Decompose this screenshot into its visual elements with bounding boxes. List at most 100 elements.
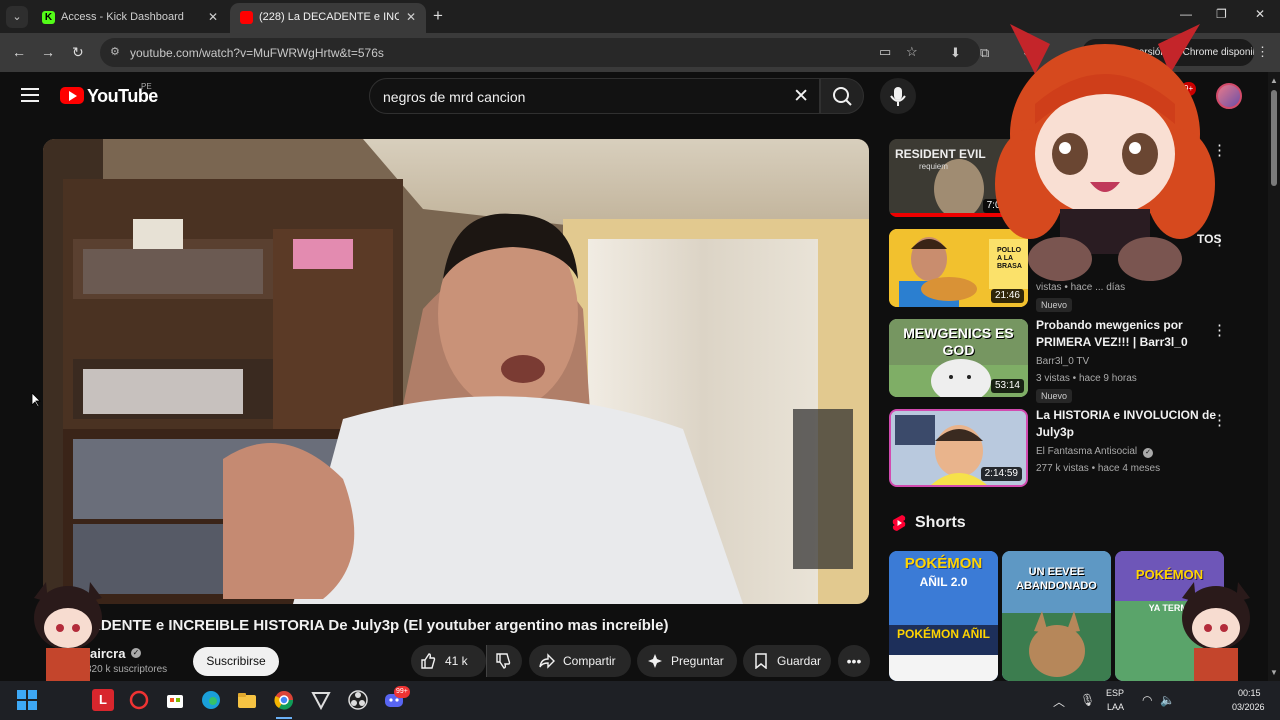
verified-check-icon: ✓ [131, 648, 141, 658]
cast-icon[interactable]: ▭ [879, 44, 891, 60]
scroll-up-icon[interactable]: ▲ [1270, 76, 1278, 85]
extensions-icon[interactable]: ⧉ [980, 45, 989, 61]
close-window-icon[interactable]: ✕ [1255, 7, 1265, 21]
clock-time[interactable]: 00:15 [1238, 688, 1261, 698]
search-icon [833, 87, 852, 106]
recommendation-title[interactable]: Probando mewgenics por PRIMERA VEZ!!! | … [1036, 317, 1218, 351]
new-badge: Nuevo [1036, 298, 1073, 312]
short-caption: POKÉMON AÑIL [897, 627, 990, 641]
reload-icon[interactable]: ↻ [72, 44, 84, 61]
file-explorer-icon[interactable] [236, 689, 258, 711]
video-frame [43, 139, 869, 604]
tab-kick-dashboard[interactable]: K Access - Kick Dashboard ✕ [32, 3, 228, 33]
menu-icon[interactable] [21, 88, 39, 102]
video-player[interactable] [43, 139, 869, 604]
screen: ⌄ K Access - Kick Dashboard ✕ (228) La D… [0, 0, 1280, 720]
tab-youtube-video[interactable]: (228) La DECADENTE e INCREIB ✕ [230, 3, 426, 33]
share-arrow-icon [539, 653, 555, 669]
app-triangle-icon[interactable] [310, 689, 332, 711]
thumbnail-text: RESIDENT EVIL [895, 147, 986, 161]
save-button[interactable]: Guardar [743, 645, 831, 677]
keyboard-language[interactable]: ESP [1106, 688, 1124, 698]
shorts-logo-icon [892, 515, 906, 531]
share-button[interactable]: Compartir [529, 645, 631, 677]
scroll-down-icon[interactable]: ▼ [1270, 668, 1278, 677]
site-info-icon[interactable]: ⚙ [110, 45, 120, 58]
more-options-icon[interactable]: ⋮ [1212, 411, 1227, 429]
obs-icon[interactable] [347, 689, 369, 711]
kick-favicon-icon: K [42, 11, 55, 24]
app-red-icon[interactable] [128, 689, 150, 711]
youtube-logo-icon[interactable] [60, 87, 84, 104]
recommendation-channel[interactable]: Barr3l_0 TV [1036, 356, 1089, 367]
address-bar[interactable]: ⚙ youtube.com/watch?v=MuFWRWgHrtw&t=576s… [100, 38, 980, 67]
duration-badge: 2:14:59 [980, 467, 1022, 481]
chibi-character-right-overlay [1182, 582, 1250, 681]
discord-badge: 99+ [394, 686, 410, 698]
clock-date[interactable]: 03/2026 [1232, 702, 1265, 712]
clear-search-icon[interactable]: ✕ [793, 85, 809, 108]
browser-menu-icon[interactable]: ⋮ [1256, 44, 1269, 60]
active-app-indicator [276, 717, 292, 719]
tab-search-icon[interactable]: ⌄ [6, 6, 28, 28]
bookmark-icon [755, 653, 767, 669]
download-icon[interactable]: ⬇ [950, 45, 961, 61]
recommendation-thumbnail[interactable]: 2:14:59 [889, 409, 1028, 487]
volume-icon[interactable]: 🔈 [1160, 693, 1175, 707]
dislike-button[interactable] [486, 645, 522, 677]
tab-title: (228) La DECADENTE e INCREIB [259, 11, 399, 23]
shorts-heading: Shorts [915, 514, 966, 531]
thumbs-down-icon [496, 653, 511, 669]
recommendation-meta: 3 vistas • hace 9 horas [1036, 373, 1137, 384]
recommendation-channel[interactable]: El Fantasma Antisocial [1036, 446, 1137, 457]
lightshot-app-icon[interactable]: L [92, 689, 114, 711]
thumbnail-text: MEWGENICS ES GOD [903, 325, 1014, 358]
recommendation-title[interactable]: La HISTORIA e INVOLUCION de July3p [1036, 407, 1218, 441]
duration-badge: 21:46 [990, 289, 1024, 303]
short-item[interactable]: UN EEVEE ABANDONADO [1002, 551, 1111, 681]
more-options-icon[interactable]: ⋮ [1212, 321, 1227, 339]
url-text: youtube.com/watch?v=MuFWRWgHrtw&t=576s [130, 46, 384, 60]
chibi-character-left-overlay [34, 582, 102, 681]
ask-label: Preguntar [671, 654, 724, 668]
tray-mic-icon[interactable]: 🎙 [1080, 693, 1095, 707]
tab-title: Access - Kick Dashboard [61, 11, 184, 23]
search-input[interactable]: negros de mrd cancion ✕ [369, 78, 820, 114]
tray-overflow-icon[interactable]: ︿ [1053, 693, 1065, 710]
share-label: Compartir [563, 654, 616, 668]
back-icon[interactable]: ← [12, 44, 26, 60]
like-button[interactable]: 41 k [411, 645, 486, 677]
short-title: POKÉMON [904, 555, 983, 572]
wifi-icon[interactable]: ◠ [1142, 693, 1152, 707]
voice-search-button[interactable] [880, 78, 916, 114]
thumbnail-subtext: requiem [919, 162, 948, 171]
save-label: Guardar [777, 654, 822, 668]
scrollbar-thumb[interactable] [1271, 90, 1277, 186]
subscribe-button[interactable]: Suscribirse [193, 647, 279, 676]
keyboard-layout[interactable]: LAA [1107, 702, 1124, 712]
forward-icon[interactable]: → [41, 44, 55, 60]
ask-button[interactable]: Preguntar [637, 645, 737, 677]
edge-browser-icon[interactable] [200, 689, 222, 711]
thumbs-up-icon [421, 653, 436, 669]
close-tab-icon[interactable]: ✕ [406, 10, 416, 24]
short-item[interactable]: POKÉMON AÑIL 2.0 POKÉMON AÑIL [889, 551, 998, 681]
sparkle-icon [648, 654, 662, 668]
windows-start-icon[interactable] [16, 689, 38, 711]
chrome-icon[interactable] [273, 689, 295, 711]
more-actions-icon[interactable]: ••• [838, 645, 870, 677]
page-scrollbar[interactable]: ▲ ▼ [1268, 72, 1280, 682]
new-tab-button[interactable]: + [433, 6, 443, 26]
store-icon[interactable] [164, 689, 186, 711]
search-button[interactable] [820, 78, 864, 114]
bookmark-star-icon[interactable]: ☆ [906, 44, 918, 60]
new-badge: Nuevo [1036, 389, 1073, 403]
recommendation-thumbnail[interactable]: MEWGENICS ES GOD 53:14 [889, 319, 1028, 397]
recommendation-meta: 277 k vistas • hace 4 meses [1036, 463, 1161, 474]
close-tab-icon[interactable]: ✕ [208, 10, 218, 24]
video-title: ADENTE e INCREIBLE HISTORIA De July3p (E… [90, 617, 669, 634]
duration-badge: 53:14 [990, 379, 1024, 393]
search-query: negros de mrd cancion [383, 89, 526, 105]
like-count: 41 k [445, 654, 468, 668]
windows-taskbar: L 99+ ︿ 🎙 ESP LAA ◠ 🔈 00:15 03/2026 [0, 681, 1280, 720]
